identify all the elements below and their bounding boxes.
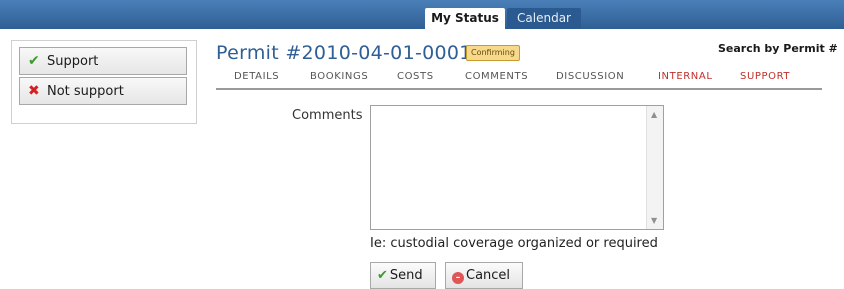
send-button-label: Send: [389, 268, 423, 283]
not-support-button[interactable]: ✖ Not support: [19, 77, 187, 105]
comments-textarea[interactable]: ▲ ▼: [370, 105, 664, 230]
tab-calendar[interactable]: Calendar: [507, 8, 581, 29]
comments-label: Comments: [292, 108, 363, 123]
subnav-support[interactable]: SUPPORT: [740, 71, 790, 82]
search-by-permit-link[interactable]: Search by Permit #: [718, 42, 838, 55]
permit-title: Permit #2010-04-01-0001: [216, 42, 472, 64]
scroll-down-icon[interactable]: ▼: [651, 216, 657, 225]
subnav-discussion[interactable]: DISCUSSION: [556, 71, 624, 82]
not-support-button-label: Not support: [47, 84, 124, 99]
check-icon: ✔: [28, 53, 40, 69]
permit-subnav: DETAILS BOOKINGS COSTS COMMENTS DISCUSSI…: [216, 66, 822, 90]
comments-hint: Ie: custodial coverage organized or requ…: [370, 236, 658, 251]
support-panel: ✔ Support ✖ Not support: [11, 40, 197, 124]
cancel-button[interactable]: – Cancel: [445, 262, 523, 289]
subnav-bookings[interactable]: BOOKINGS: [310, 71, 368, 82]
support-button-label: Support: [47, 54, 99, 69]
support-button[interactable]: ✔ Support: [19, 47, 187, 75]
scroll-up-icon[interactable]: ▲: [651, 110, 657, 119]
cancel-button-label: Cancel: [466, 268, 511, 283]
check-icon: ✔: [377, 268, 388, 283]
status-badge: Confirming: [466, 45, 520, 61]
subnav-comments[interactable]: COMMENTS: [465, 71, 528, 82]
subnav-costs[interactable]: COSTS: [397, 71, 434, 82]
cancel-icon: –: [452, 272, 464, 284]
x-icon: ✖: [28, 83, 40, 99]
send-button[interactable]: ✔ Send: [370, 262, 436, 289]
comments-scrollbar[interactable]: ▲ ▼: [646, 106, 663, 229]
tab-my-status[interactable]: My Status: [425, 8, 505, 29]
subnav-details[interactable]: DETAILS: [234, 71, 279, 82]
subnav-internal[interactable]: INTERNAL: [658, 71, 713, 82]
top-nav-bar: My Status Calendar: [0, 0, 844, 29]
